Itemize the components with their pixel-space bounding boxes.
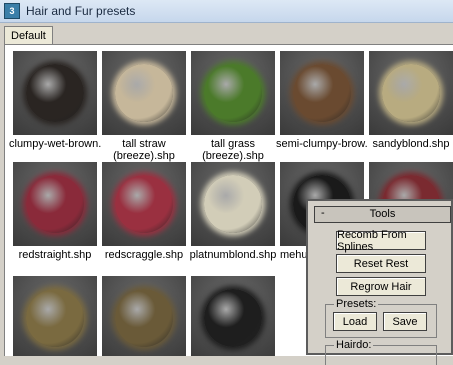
preset-caption: redstraight.shp: [18, 249, 92, 261]
preset-thumbnail[interactable]: [13, 51, 97, 135]
preset-item[interactable]: redstraight.shp: [13, 162, 97, 261]
fur-ball-icon: [382, 64, 440, 122]
fur-ball-icon: [204, 175, 262, 233]
preset-thumbnail[interactable]: [102, 162, 186, 246]
preset-thumbnail[interactable]: [280, 51, 364, 135]
title-bar: 3 Hair and Fur presets: [0, 0, 453, 23]
fur-ball-icon: [115, 64, 173, 122]
preset-thumbnail[interactable]: [13, 162, 97, 246]
tools-rollout: - Tools Recomb From Splines Reset Rest R…: [306, 199, 453, 365]
preset-item[interactable]: clumpy-wet-brown....: [9, 51, 101, 150]
tab-default[interactable]: Default: [4, 26, 53, 45]
preset-caption: clumpy-wet-brown....: [9, 138, 101, 150]
preset-thumbnail[interactable]: [191, 162, 275, 246]
fur-ball-icon: [115, 289, 173, 347]
fur-ball-icon: [26, 64, 84, 122]
preset-item[interactable]: sandyblond.shp: [369, 51, 453, 150]
fur-ball-icon: [115, 175, 173, 233]
preset-item[interactable]: platnumblond.shp: [190, 162, 276, 261]
load-preset-button[interactable]: Load: [333, 312, 377, 331]
preset-thumbnail[interactable]: [191, 51, 275, 135]
fur-ball-icon: [204, 289, 262, 347]
preset-caption: semi-clumpy-brow...: [276, 138, 368, 150]
fur-ball-icon: [26, 175, 84, 233]
preset-thumbnail[interactable]: [13, 276, 97, 356]
hairdo-group: Hairdo:: [325, 339, 437, 365]
window-title: Hair and Fur presets: [26, 4, 136, 18]
preset-item[interactable]: semi-clumpy-brow...: [276, 51, 368, 150]
preset-item[interactable]: [191, 276, 275, 356]
preset-caption: sandyblond.shp: [372, 138, 450, 150]
regrow-hair-button[interactable]: Regrow Hair: [336, 277, 426, 296]
app-icon: 3: [4, 3, 20, 19]
fur-ball-icon: [293, 64, 351, 122]
recomb-from-splines-button[interactable]: Recomb From Splines: [336, 229, 426, 253]
preset-item[interactable]: [13, 276, 97, 356]
fur-ball-icon: [204, 64, 262, 122]
tools-rollout-header[interactable]: - Tools: [314, 206, 451, 223]
preset-caption: tall straw (breeze).shp: [113, 138, 175, 162]
preset-thumbnail[interactable]: [102, 276, 186, 356]
preset-caption: platnumblond.shp: [189, 249, 277, 261]
preset-thumbnail[interactable]: [369, 51, 453, 135]
fur-ball-icon: [26, 289, 84, 347]
reset-rest-button[interactable]: Reset Rest: [336, 254, 426, 273]
preset-thumbnail[interactable]: [102, 51, 186, 135]
save-preset-button[interactable]: Save: [383, 312, 427, 331]
preset-caption: redscraggle.shp: [104, 249, 184, 261]
preset-item[interactable]: redscraggle.shp: [102, 162, 186, 261]
preset-caption: tall grass (breeze).shp: [202, 138, 264, 162]
preset-thumbnail[interactable]: [191, 276, 275, 356]
tab-strip: Default: [0, 23, 453, 45]
preset-item[interactable]: [102, 276, 186, 356]
preset-item[interactable]: tall grass (breeze).shp: [191, 51, 275, 162]
presets-group-label: Presets:: [334, 298, 379, 310]
hairdo-group-label: Hairdo:: [334, 339, 374, 351]
tools-title: Tools: [369, 208, 396, 220]
preset-item[interactable]: tall straw (breeze).shp: [102, 51, 186, 162]
